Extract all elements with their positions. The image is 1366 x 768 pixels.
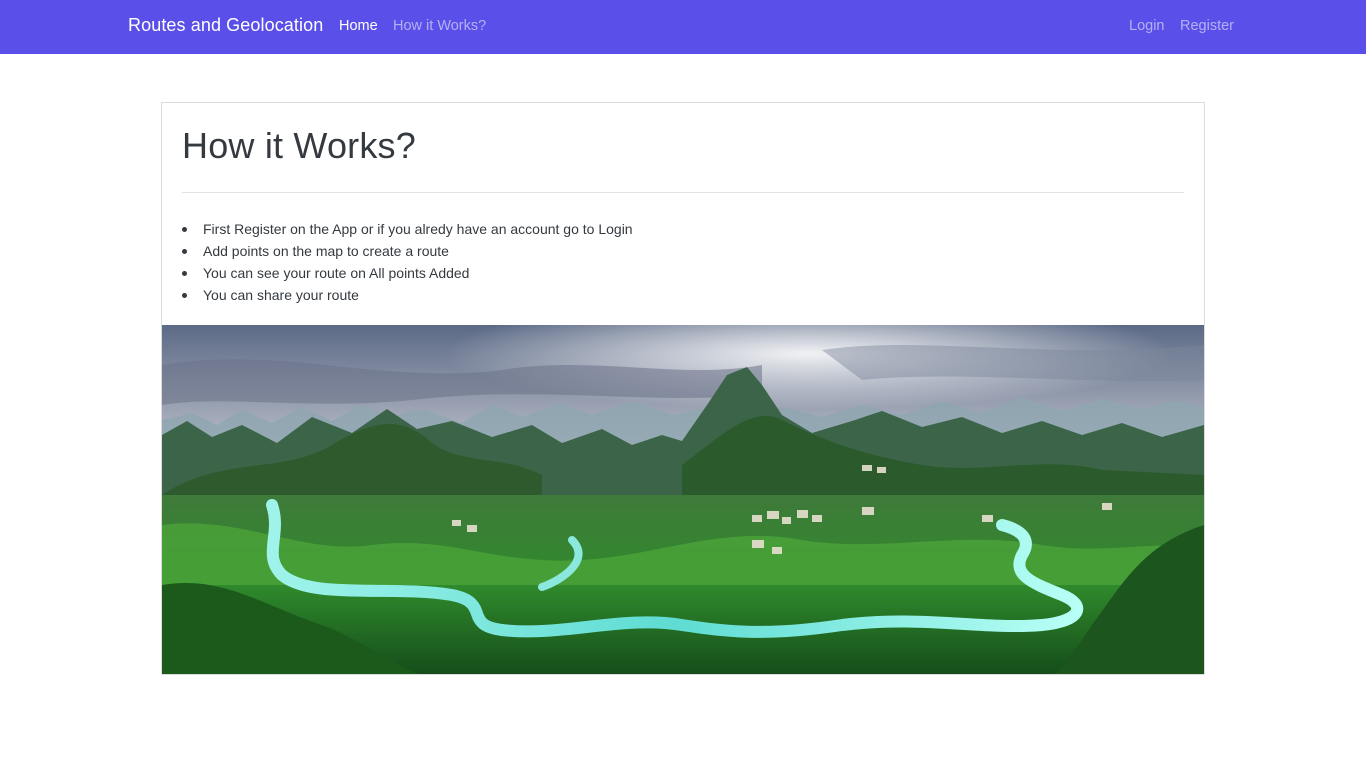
brand-link[interactable]: Routes and Geolocation — [128, 15, 323, 36]
nav-link-login[interactable]: Login — [1129, 18, 1164, 34]
step-text: You can see your route on All points Add… — [203, 265, 470, 281]
how-it-works-card: How it Works? First Register on the App … — [161, 102, 1205, 675]
steps-list: First Register on the App or if you alre… — [182, 218, 633, 306]
nav-link-home[interactable]: Home — [339, 18, 378, 34]
bullet-icon — [182, 271, 187, 276]
list-item: You can share your route — [182, 284, 633, 306]
bullet-icon — [182, 249, 187, 254]
bullet-icon — [182, 227, 187, 232]
divider — [182, 192, 1184, 193]
list-item: First Register on the App or if you alre… — [182, 218, 633, 240]
nav-link-register[interactable]: Register — [1180, 18, 1234, 34]
list-item: You can see your route on All points Add… — [182, 262, 633, 284]
navbar: Routes and Geolocation Home How it Works… — [0, 0, 1366, 54]
nav-link-how-it-works[interactable]: How it Works? — [393, 18, 486, 34]
step-text: You can share your route — [203, 287, 359, 303]
step-text: First Register on the App or if you alre… — [203, 221, 633, 237]
bullet-icon — [182, 293, 187, 298]
list-item: Add points on the map to create a route — [182, 240, 633, 262]
landscape-image — [162, 325, 1204, 674]
step-text: Add points on the map to create a route — [203, 243, 449, 259]
page-title: How it Works? — [182, 125, 416, 166]
